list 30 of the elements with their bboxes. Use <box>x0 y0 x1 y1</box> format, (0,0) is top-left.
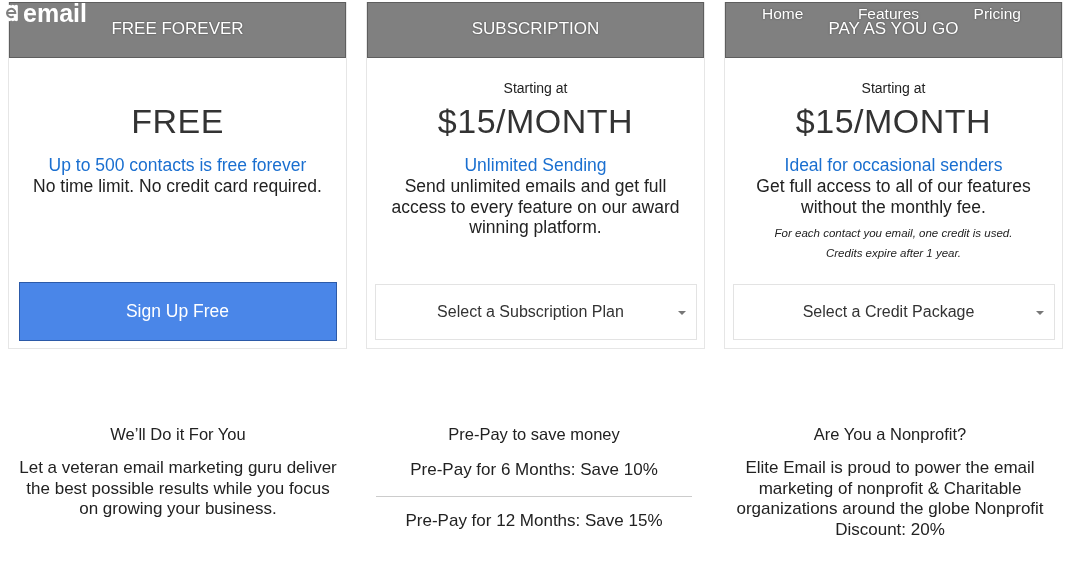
section-title: Pre-Pay to save money <box>448 425 620 445</box>
section-text: Elite Email is proud to power the email marketing of nonprofit & Charitable organizations around the globe Nonprofit Discount: 20% <box>735 458 1045 540</box>
plan-dropdown[interactable]: Select a Credit Package <box>732 284 1055 340</box>
plan-dropdown[interactable]: Select a Subscription Plan <box>374 284 697 340</box>
plan-description: Send unlimited emails and get full access to every feature on our award winning platform. <box>390 176 681 238</box>
price: $15/MONTH <box>795 102 992 141</box>
prepay-option: Pre-Pay for 12 Months: Save 15% <box>405 509 663 533</box>
section-text: Let a veteran email marketing guru deliver the best possible results while you focus on growing your business. <box>18 458 338 520</box>
section-title: Are You a Nonprofit? <box>813 425 967 445</box>
plan-title: SUBSCRIPTION <box>471 19 600 39</box>
plan-highlight: Up to 500 contacts is free forever <box>48 155 307 176</box>
starting-label: Starting at <box>861 80 926 98</box>
prepay-option: Pre-Pay for 6 Months: Save 10% <box>410 458 658 482</box>
plan-note: For each contact you email, one credit is used. <box>774 226 1013 241</box>
plan-description: Get full access to all of our features without the monthly fee. <box>755 176 1032 217</box>
nav-link[interactable]: Pricing <box>973 5 1021 23</box>
starting-label: Starting at <box>503 80 568 98</box>
caret-icon <box>677 311 686 315</box>
plan-title: FREE FOREVER <box>111 19 244 39</box>
price: FREE <box>131 102 224 141</box>
price: $15/MONTH <box>437 102 634 141</box>
plan-description: No time limit. No credit card required. <box>32 176 323 197</box>
section-title: We’ll Do it For You <box>110 425 246 445</box>
plan-highlight: Unlimited Sending <box>464 155 607 176</box>
nav-link[interactable]: Home <box>762 5 804 23</box>
plan-note: Credits expire after 1 year. <box>824 246 963 261</box>
caret-icon <box>1035 311 1044 315</box>
logo-text[interactable]: email <box>23 0 87 26</box>
signup-button[interactable]: Sign Up Free <box>18 282 337 341</box>
plan-highlight: Ideal for occasional senders <box>784 155 1003 176</box>
